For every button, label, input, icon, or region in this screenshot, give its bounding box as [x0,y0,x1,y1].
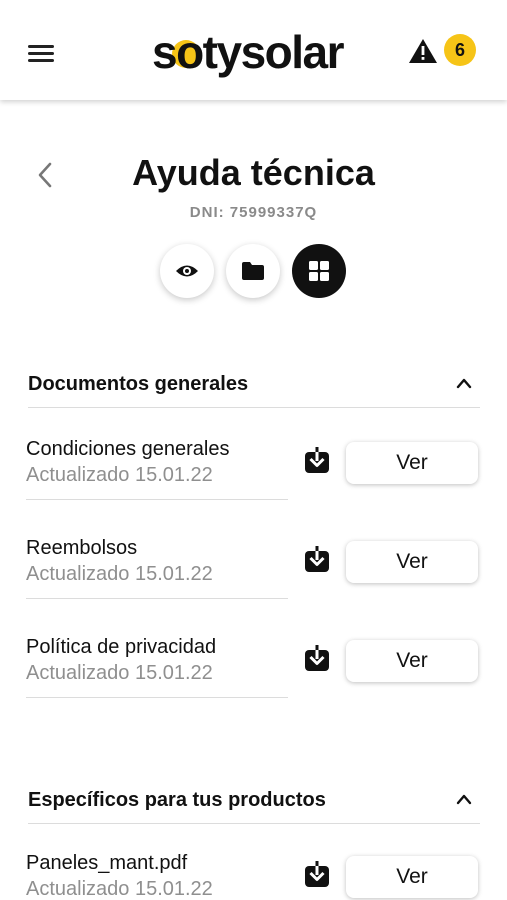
document-name: Condiciones generales [26,438,230,460]
document-updated: Actualizado 15.01.22 [26,464,213,486]
page-title: Ayuda técnica [132,152,375,193]
section-title: Documentos generales [28,373,249,395]
sotysolar-logo[interactable]: sotysolar [150,26,360,78]
document-row: Reembolsos Actualizado 15.01.22 Ver [0,537,507,607]
download-icon[interactable] [304,644,330,672]
view-document-button[interactable]: Ver [346,640,478,682]
document-updated: Actualizado 15.01.22 [26,563,213,585]
document-name: Reembolsos [26,537,138,559]
alerts-count-badge: 6 [444,34,476,66]
grid-icon [309,261,329,281]
view-document-button[interactable]: Ver [346,541,478,583]
section-header-general[interactable]: Documentos generales [28,366,480,408]
warning-icon [409,39,437,63]
document-info: Condiciones generales Actualizado 15.01.… [26,438,288,500]
view-toggle-eye[interactable] [160,244,214,298]
view-document-button[interactable]: Ver [346,442,478,484]
download-icon[interactable] [304,860,330,888]
document-info: Reembolsos Actualizado 15.01.22 [26,537,288,599]
chevron-up-icon [456,794,472,805]
document-info: Paneles_mant.pdf Actualizado 15.01.22 [26,852,288,900]
app-header: sotysolar 6 [0,0,507,100]
chevron-up-icon [456,378,472,389]
section-header-products[interactable]: Específicos para tus productos [28,782,480,824]
document-updated: Actualizado 15.01.22 [26,662,213,684]
document-row: Paneles_mant.pdf Actualizado 15.01.22 Ve… [0,852,507,900]
download-icon[interactable] [304,545,330,573]
document-row: Condiciones generales Actualizado 15.01.… [0,438,507,508]
document-row: Política de privacidad Actualizado 15.01… [0,636,507,706]
folder-icon [242,262,264,280]
menu-icon[interactable] [24,40,58,66]
section-title: Específicos para tus productos [28,789,326,811]
dni-label: DNI: 75999337Q [189,204,318,221]
view-document-button[interactable]: Ver [346,856,478,898]
alerts-indicator[interactable]: 6 [408,34,480,68]
view-toggle-grid[interactable] [292,244,346,298]
document-info: Política de privacidad Actualizado 15.01… [26,636,288,698]
eye-icon [176,265,198,277]
download-icon[interactable] [304,446,330,474]
document-name: Política de privacidad [26,636,217,658]
document-name: Paneles_mant.pdf [26,852,188,874]
svg-text:sotysolar: sotysolar [152,26,345,78]
document-updated: Actualizado 15.01.22 [26,878,213,900]
view-toggle-folder[interactable] [226,244,280,298]
